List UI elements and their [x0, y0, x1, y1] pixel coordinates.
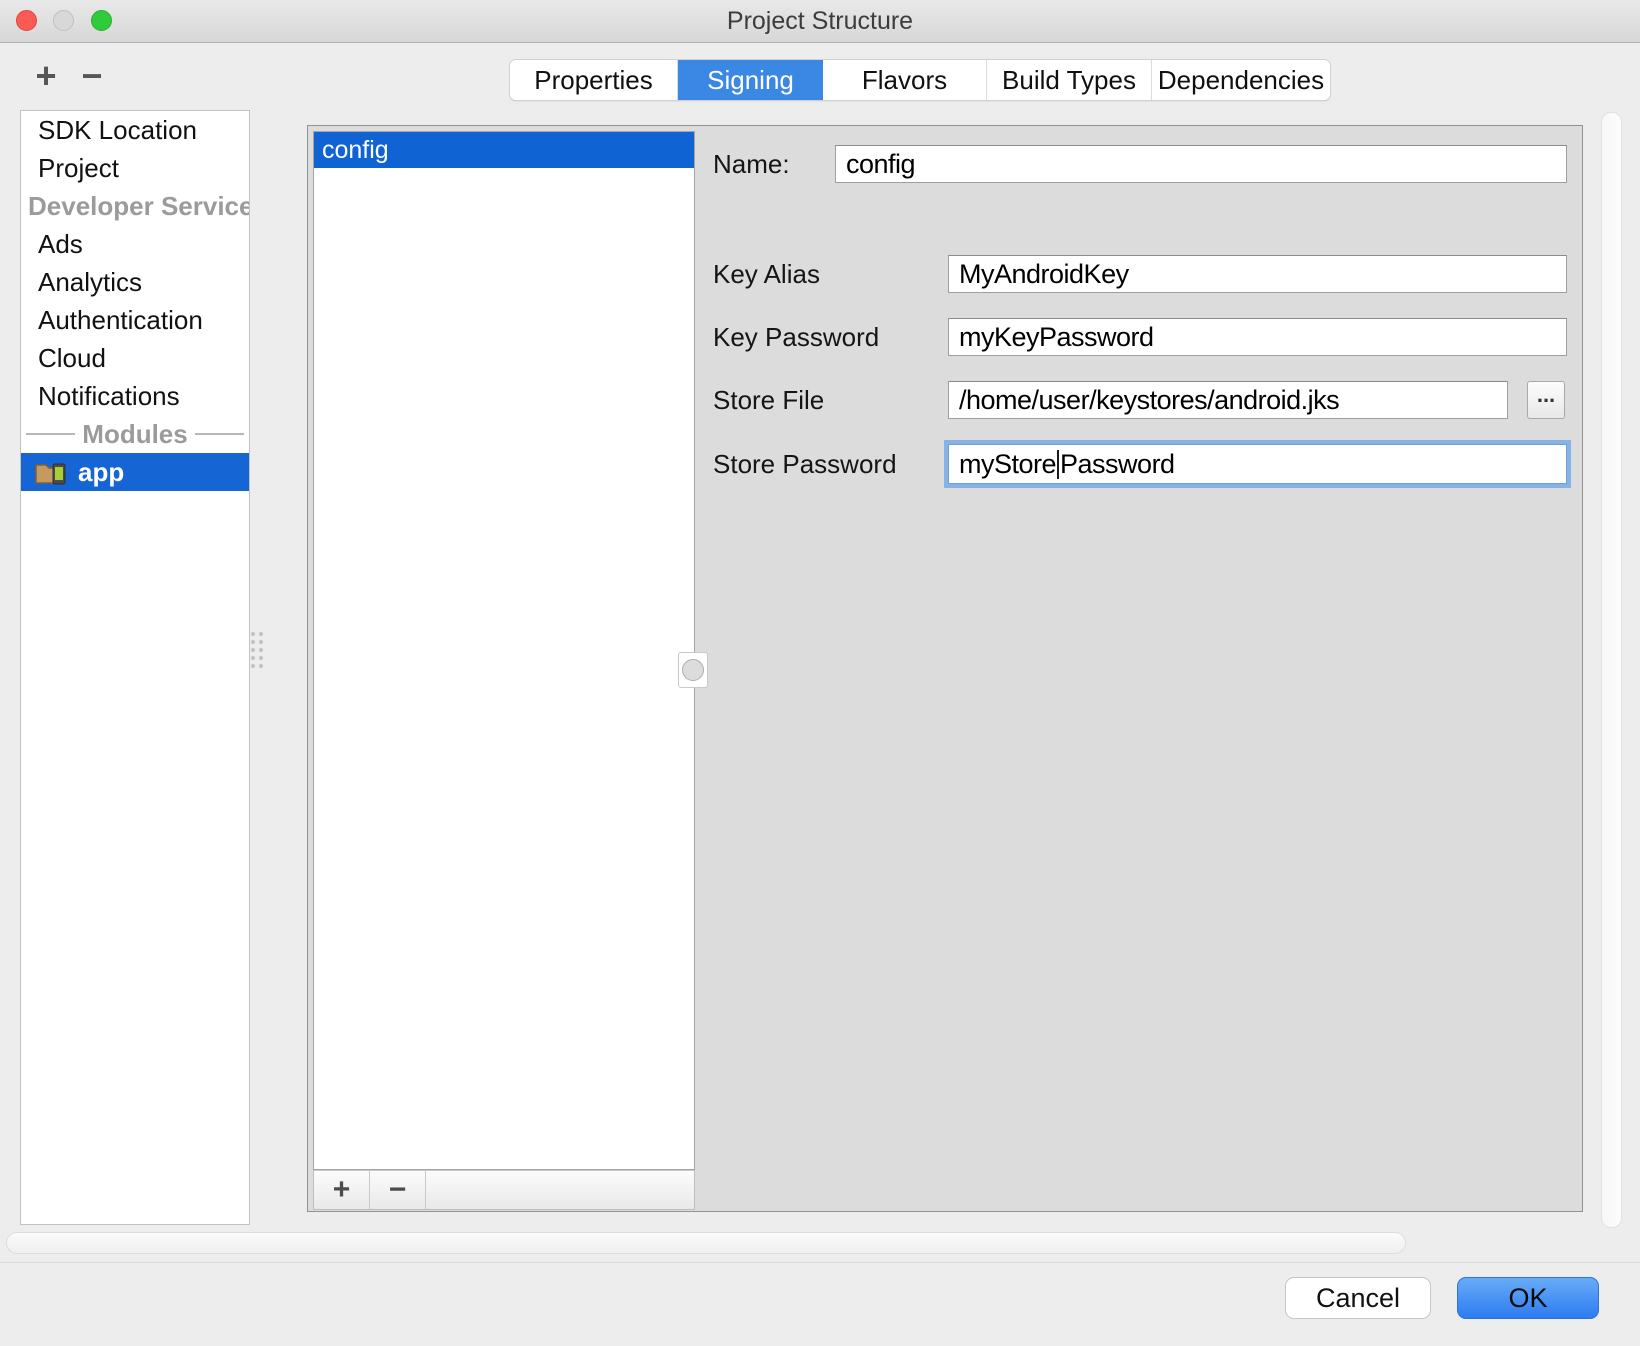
sidebar-item-app-label: app [78, 457, 124, 488]
sidebar-item-analytics[interactable]: Analytics [21, 263, 249, 301]
android-module-icon [34, 458, 68, 486]
config-list-toolbar: + − [313, 1170, 695, 1210]
sidebar-remove-button[interactable]: − [72, 56, 112, 96]
sidebar-item-project[interactable]: Project [21, 149, 249, 187]
config-remove-button[interactable]: − [370, 1171, 426, 1209]
sidebar-item-sdk-location[interactable]: SDK Location [21, 111, 249, 149]
footer-separator [0, 1262, 1640, 1263]
sidebar-splitter-grip[interactable] [251, 632, 263, 668]
sidebar-item-app-module[interactable]: app [21, 453, 249, 491]
sidebar-add-button[interactable]: + [26, 56, 66, 96]
store-password-text-before-caret: myStore [959, 449, 1056, 480]
sidebar-item-notifications[interactable]: Notifications [21, 377, 249, 415]
browse-store-file-button[interactable]: ... [1527, 381, 1565, 419]
key-alias-label: Key Alias [713, 255, 820, 293]
titlebar: Project Structure [0, 0, 1640, 43]
config-list-item[interactable]: config [314, 132, 694, 168]
config-toolbar-filler [426, 1171, 694, 1209]
tab-flavors[interactable]: Flavors [823, 60, 987, 100]
store-file-label: Store File [713, 381, 824, 419]
cancel-button[interactable]: Cancel [1285, 1277, 1431, 1319]
sidebar-item-cloud[interactable]: Cloud [21, 339, 249, 377]
window-title: Project Structure [0, 0, 1640, 42]
tab-signing[interactable]: Signing [678, 60, 823, 100]
store-password-input[interactable]: myStore Password [948, 444, 1567, 484]
store-file-input[interactable] [948, 381, 1508, 419]
ok-button[interactable]: OK [1457, 1277, 1599, 1319]
sidebar-group-developer-services: Developer Services [21, 187, 249, 225]
tab-bar: Properties Signing Flavors Build Types D… [510, 60, 1330, 100]
key-password-input[interactable] [948, 318, 1567, 356]
name-label: Name: [713, 145, 790, 183]
name-input[interactable] [835, 145, 1567, 183]
sidebar-item-authentication[interactable]: Authentication [21, 301, 249, 339]
vertical-scrollbar[interactable] [1601, 112, 1622, 1228]
text-caret [1057, 450, 1059, 479]
sidebar-modules-label: Modules [82, 419, 187, 450]
project-structure-dialog: Project Structure Properties Signing Fla… [0, 0, 1640, 1346]
sidebar-item-ads[interactable]: Ads [21, 225, 249, 263]
config-add-button[interactable]: + [314, 1171, 370, 1209]
tab-build-types[interactable]: Build Types [987, 60, 1152, 100]
tab-properties[interactable]: Properties [510, 60, 678, 100]
store-password-text-after-caret: Password [1060, 449, 1175, 480]
panel-splitter-handle[interactable] [678, 652, 708, 688]
tab-dependencies[interactable]: Dependencies [1152, 60, 1330, 100]
sidebar-modules-separator: Modules [21, 415, 249, 453]
horizontal-scrollbar[interactable] [6, 1232, 1406, 1254]
sidebar: SDK Location Project Developer Services … [20, 110, 250, 1225]
key-alias-input[interactable] [948, 255, 1567, 293]
signing-config-list: config [313, 131, 695, 1170]
key-password-label: Key Password [713, 318, 879, 356]
store-password-label: Store Password [713, 445, 897, 483]
